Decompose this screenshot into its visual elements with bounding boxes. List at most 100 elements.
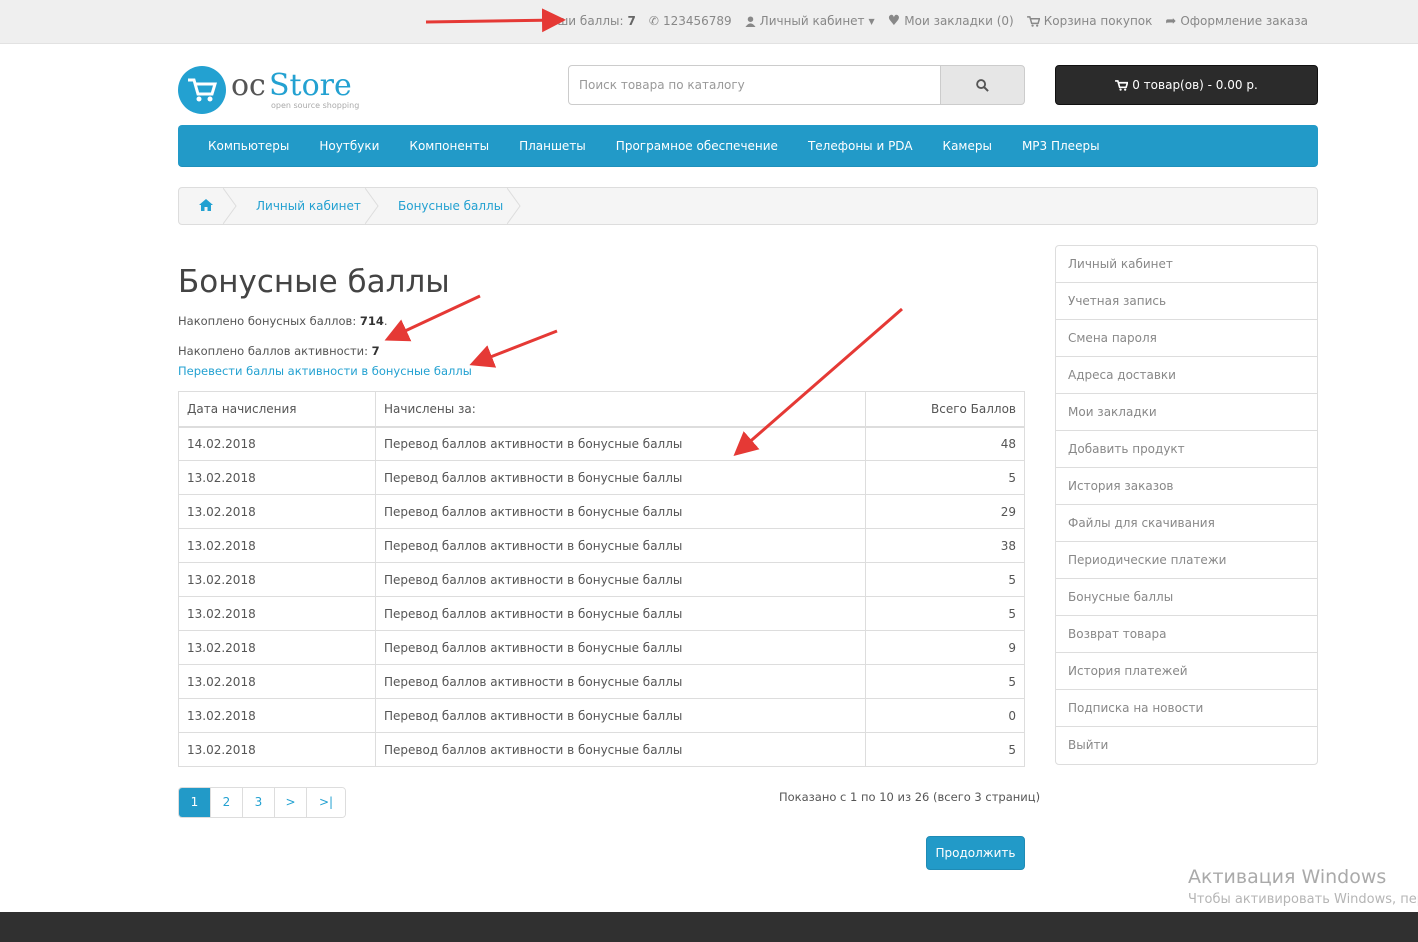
windows-activation-title: Активация Windows xyxy=(1188,866,1387,888)
search-button[interactable] xyxy=(940,65,1025,105)
bonus-total: Накоплено бонусных баллов: 714. xyxy=(178,314,388,328)
cell-reason: Перевод баллов активности в бонусные бал… xyxy=(375,562,866,597)
page-button-3[interactable]: 3 xyxy=(243,788,275,817)
menu-item-software[interactable]: Програмное обеспечение xyxy=(601,125,793,166)
cell-points: 5 xyxy=(865,664,1025,699)
table-row: 13.02.2018 Перевод баллов активности в бо… xyxy=(178,698,1025,733)
cart-icon xyxy=(1026,15,1040,27)
table-header-row: Дата начисления Начислены за: Всего Балл… xyxy=(178,391,1025,428)
points-label: Ваши баллы: xyxy=(541,14,624,28)
cell-date: 13.02.2018 xyxy=(178,460,376,495)
sidebar-item-orders[interactable]: История заказов xyxy=(1056,468,1317,505)
sidebar-item-bonus[interactable]: Бонусные баллы xyxy=(1056,579,1317,616)
sidebar-item-add-product[interactable]: Добавить продукт xyxy=(1056,431,1317,468)
bonus-total-value: 714 xyxy=(359,314,384,328)
cell-points: 5 xyxy=(865,460,1025,495)
breadcrumb-separator xyxy=(365,188,379,224)
cell-points: 5 xyxy=(865,596,1025,631)
cart-button[interactable]: 0 товар(ов) - 0.00 р. xyxy=(1055,65,1318,105)
cell-reason: Перевод баллов активности в бонусные бал… xyxy=(375,698,866,733)
page-next-button[interactable]: > xyxy=(275,788,307,817)
sidebar-item-profile[interactable]: Учетная запись xyxy=(1056,283,1317,320)
breadcrumb-account[interactable]: Личный кабинет xyxy=(256,188,361,224)
cell-date: 13.02.2018 xyxy=(178,664,376,699)
checkout-link[interactable]: ➦ Оформление заказа xyxy=(1165,13,1308,29)
logo-oc: oc xyxy=(231,68,266,103)
sidebar-item-newsletter[interactable]: Подписка на новости xyxy=(1056,690,1317,727)
bonus-history-table: Дата начисления Начислены за: Всего Балл… xyxy=(178,391,1025,767)
main-menu: Компьютеры Ноутбуки Компоненты Планшеты … xyxy=(178,125,1318,167)
sidebar-item-transactions[interactable]: История платежей xyxy=(1056,653,1317,690)
cell-date: 13.02.2018 xyxy=(178,494,376,529)
breadcrumb-home[interactable] xyxy=(199,188,213,224)
page-title: Бонусные баллы xyxy=(178,264,450,300)
column-header-date: Дата начисления xyxy=(178,391,376,428)
table-row: 13.02.2018 Перевод баллов активности в бо… xyxy=(178,596,1025,631)
cell-date: 13.02.2018 xyxy=(178,630,376,665)
menu-item-components[interactable]: Компоненты xyxy=(394,125,504,166)
logo-cart-icon xyxy=(178,66,226,114)
cell-points: 0 xyxy=(865,698,1025,733)
cell-points: 5 xyxy=(865,562,1025,597)
cart-button-label: 0 товар(ов) - 0.00 р. xyxy=(1132,78,1258,92)
sidebar-item-account[interactable]: Личный кабинет xyxy=(1056,246,1317,283)
wishlist-link[interactable]: ♥ Мои закладки (0) xyxy=(888,13,1014,29)
table-row: 13.02.2018 Перевод баллов активности в бо… xyxy=(178,630,1025,665)
checkout-text: Оформление заказа xyxy=(1180,14,1308,28)
menu-item-tablets[interactable]: Планшеты xyxy=(504,125,601,166)
menu-item-computers[interactable]: Компьютеры xyxy=(193,125,304,166)
sidebar-item-recurring[interactable]: Периодические платежи xyxy=(1056,542,1317,579)
cell-date: 13.02.2018 xyxy=(178,698,376,733)
points-indicator: Ваши баллы: 7 xyxy=(542,13,636,29)
page-last-button[interactable]: >| xyxy=(307,788,345,817)
annotation-arrow-activity xyxy=(469,329,558,368)
table-row: 13.02.2018 Перевод баллов активности в бо… xyxy=(178,460,1025,495)
cell-reason: Перевод баллов активности в бонусные бал… xyxy=(375,426,866,461)
sidebar-item-password[interactable]: Смена пароля xyxy=(1056,320,1317,357)
cell-points: 9 xyxy=(865,630,1025,665)
table-row: 13.02.2018 Перевод баллов активности в бо… xyxy=(178,732,1025,767)
sidebar-item-downloads[interactable]: Файлы для скачивания xyxy=(1056,505,1317,542)
sidebar-item-wishlist[interactable]: Мои закладки xyxy=(1056,394,1317,431)
search-bar xyxy=(568,65,1025,105)
sidebar-item-logout[interactable]: Выйти xyxy=(1056,727,1317,764)
sidebar-item-addresses[interactable]: Адреса доставки xyxy=(1056,357,1317,394)
store-logo[interactable]: oc Store open source shopping xyxy=(178,64,378,116)
account-dropdown[interactable]: Личный кабинет ▼ xyxy=(745,13,875,29)
cart-text: Корзина покупок xyxy=(1043,14,1153,28)
menu-item-mp3[interactable]: MP3 Плееры xyxy=(1007,125,1115,166)
table-row: 14.02.2018 Перевод баллов активности в бо… xyxy=(178,426,1025,461)
page-footer xyxy=(0,912,1418,942)
home-icon xyxy=(199,199,213,211)
convert-points-link[interactable]: Перевести баллы активности в бонусные ба… xyxy=(178,364,472,378)
user-icon xyxy=(745,15,756,27)
heart-icon: ♥ xyxy=(887,13,901,29)
cart-link[interactable]: Корзина покупок xyxy=(1026,13,1153,29)
sidebar-item-returns[interactable]: Возврат товара xyxy=(1056,616,1317,653)
cell-reason: Перевод баллов активности в бонусные бал… xyxy=(375,664,866,699)
top-bar: Ваши баллы: 7 ✆ 123456789 Личный кабинет… xyxy=(0,0,1418,44)
table-row: 13.02.2018 Перевод баллов активности в бо… xyxy=(178,664,1025,699)
menu-item-phones[interactable]: Телефоны и PDA xyxy=(793,125,928,166)
cell-points: 5 xyxy=(865,732,1025,767)
phone-link[interactable]: ✆ 123456789 xyxy=(649,13,732,29)
cell-date: 13.02.2018 xyxy=(178,596,376,631)
column-header-reason: Начислены за: xyxy=(375,391,866,428)
search-icon xyxy=(976,78,989,92)
page-button-2[interactable]: 2 xyxy=(211,788,243,817)
cell-points: 38 xyxy=(865,528,1025,563)
search-input[interactable] xyxy=(568,65,941,105)
table-row: 13.02.2018 Перевод баллов активности в бо… xyxy=(178,528,1025,563)
annotation-arrow-bonus xyxy=(384,294,481,342)
menu-item-cameras[interactable]: Камеры xyxy=(928,125,1007,166)
cart-icon xyxy=(1115,79,1129,91)
logo-tagline: open source shopping xyxy=(271,101,360,110)
page-button-1[interactable]: 1 xyxy=(179,788,211,817)
account-text: Личный кабинет xyxy=(759,14,865,28)
menu-item-laptops[interactable]: Ноутбуки xyxy=(304,125,394,166)
cell-date: 13.02.2018 xyxy=(178,528,376,563)
top-links: Ваши баллы: 7 ✆ 123456789 Личный кабинет… xyxy=(542,13,1308,29)
continue-button[interactable]: Продолжить xyxy=(926,836,1025,870)
points-value: 7 xyxy=(627,14,636,28)
breadcrumb-bonus[interactable]: Бонусные баллы xyxy=(398,188,503,224)
